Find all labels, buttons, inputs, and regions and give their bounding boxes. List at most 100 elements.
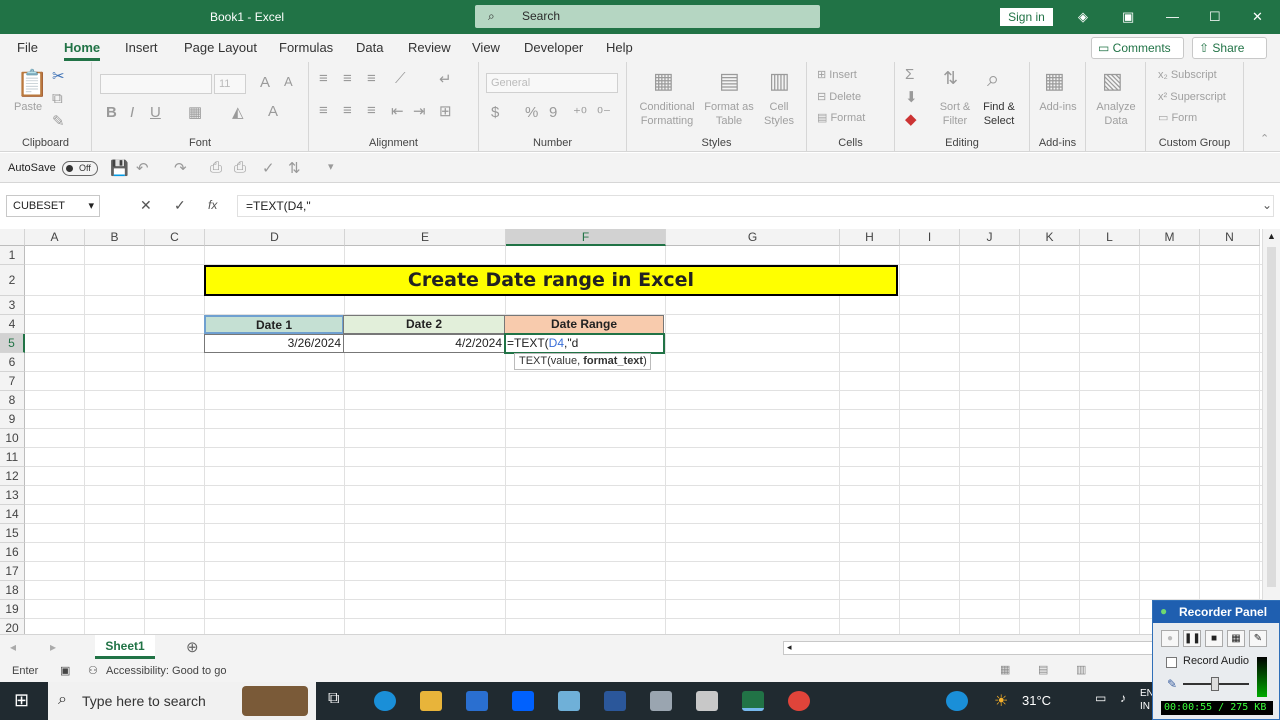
- increase-decimal-icon[interactable]: ⁺⁰: [573, 104, 587, 122]
- record-audio-checkbox[interactable]: [1166, 657, 1177, 668]
- file-explorer-icon[interactable]: [420, 691, 442, 711]
- horizontal-scrollbar[interactable]: ◂: [783, 641, 1153, 655]
- close-icon[interactable]: ✕: [1252, 9, 1263, 25]
- copy-icon[interactable]: ⧉: [52, 90, 63, 107]
- row-header-5[interactable]: 5: [0, 334, 25, 353]
- superscript-button[interactable]: x² Superscript: [1158, 90, 1226, 104]
- date-range-header[interactable]: Date Range: [504, 315, 664, 334]
- word-icon[interactable]: [604, 691, 626, 711]
- row-header-16[interactable]: 16: [0, 543, 25, 562]
- redo-icon[interactable]: ↷: [174, 159, 187, 177]
- store-icon[interactable]: [466, 691, 488, 711]
- name-box[interactable]: CUBESET ▾: [6, 195, 100, 217]
- underline-button[interactable]: U: [150, 104, 161, 121]
- row-header-6[interactable]: 6: [0, 353, 25, 372]
- column-header-j[interactable]: J: [960, 229, 1020, 246]
- align-center-icon[interactable]: ≡: [343, 102, 352, 119]
- format-as-table-button[interactable]: Format as Table: [703, 100, 755, 128]
- date2-header[interactable]: Date 2: [343, 315, 505, 334]
- analyze-data-icon[interactable]: ▧: [1102, 68, 1123, 94]
- edge-icon[interactable]: [374, 691, 396, 711]
- active-cell[interactable]: =TEXT(D4,"d: [504, 333, 665, 354]
- orientation-icon[interactable]: ⟋: [395, 70, 406, 87]
- row-header-2[interactable]: 2: [0, 265, 25, 296]
- scroll-thumb[interactable]: [1267, 247, 1276, 587]
- scroll-up-icon[interactable]: ▲: [1267, 231, 1276, 241]
- chrome-icon[interactable]: [788, 691, 810, 711]
- print-preview-icon[interactable]: ⎙: [210, 159, 222, 176]
- row-header-11[interactable]: 11: [0, 448, 25, 467]
- prev-sheet-icon[interactable]: ◂: [10, 640, 16, 654]
- cell-styles-button[interactable]: Cell Styles: [759, 100, 799, 128]
- addins-icon[interactable]: ▦: [1044, 68, 1065, 94]
- settings-button[interactable]: ▦: [1227, 630, 1245, 647]
- temperature[interactable]: 31°C: [1022, 693, 1051, 708]
- row-header-8[interactable]: 8: [0, 391, 25, 410]
- increase-font-icon[interactable]: A: [260, 74, 270, 91]
- wrap-text-icon[interactable]: ↵: [439, 70, 452, 88]
- column-header-f[interactable]: F: [506, 229, 666, 246]
- sheet-tab-sheet1[interactable]: Sheet1: [95, 635, 155, 659]
- cancel-icon[interactable]: ✕: [140, 197, 152, 214]
- bottom-align-icon[interactable]: ≡: [367, 70, 376, 87]
- enter-icon[interactable]: ✓: [174, 197, 186, 214]
- volume-slider-thumb[interactable]: [1211, 677, 1219, 691]
- add-sheet-icon[interactable]: ⊕: [186, 638, 199, 656]
- quick-print-icon[interactable]: ⎙: [234, 159, 246, 176]
- accessibility-status[interactable]: Accessibility: Good to go: [106, 665, 226, 677]
- column-header-a[interactable]: A: [25, 229, 85, 246]
- paste-icon[interactable]: 📋: [16, 68, 48, 99]
- column-header-n[interactable]: N: [1200, 229, 1260, 246]
- vertical-scrollbar[interactable]: ▲: [1262, 229, 1280, 634]
- fill-color-icon[interactable]: ◭: [232, 103, 244, 121]
- column-header-g[interactable]: G: [666, 229, 840, 246]
- minimize-icon[interactable]: —: [1166, 9, 1179, 24]
- share-button[interactable]: ⇧ Share: [1192, 37, 1267, 59]
- formula-input[interactable]: =TEXT(D4,": [237, 195, 1274, 217]
- find-select-icon[interactable]: ⌕: [987, 66, 999, 92]
- font-size-dropdown[interactable]: 11: [214, 74, 246, 94]
- italic-button[interactable]: I: [130, 104, 134, 121]
- autosave-toggle[interactable]: Off: [62, 161, 98, 176]
- page-break-view-icon[interactable]: ▥: [1076, 663, 1086, 676]
- macro-icon[interactable]: ▣: [60, 664, 70, 677]
- scroll-left-icon[interactable]: ◂: [787, 642, 792, 653]
- row-header-10[interactable]: 10: [0, 429, 25, 448]
- normal-view-icon[interactable]: ▦: [1000, 663, 1010, 676]
- page-layout-view-icon[interactable]: ▤: [1038, 663, 1048, 676]
- tab-home[interactable]: Home: [64, 40, 100, 55]
- sort-filter-button[interactable]: Sort & Filter: [935, 100, 975, 128]
- column-header-m[interactable]: M: [1140, 229, 1200, 246]
- column-header-i[interactable]: I: [900, 229, 960, 246]
- column-header-k[interactable]: K: [1020, 229, 1080, 246]
- sort-icon[interactable]: ⇅: [288, 159, 301, 177]
- stop-button[interactable]: ■: [1205, 630, 1223, 647]
- pause-button[interactable]: ❚❚: [1183, 630, 1201, 647]
- tab-insert[interactable]: Insert: [125, 40, 158, 55]
- row-header-18[interactable]: 18: [0, 581, 25, 600]
- save-icon[interactable]: 💾: [110, 159, 129, 177]
- undo-icon[interactable]: ↶: [136, 159, 149, 177]
- conditional-formatting-button[interactable]: Conditional Formatting: [631, 100, 703, 128]
- align-right-icon[interactable]: ≡: [367, 102, 376, 119]
- currency-button[interactable]: $: [491, 104, 499, 121]
- tab-view[interactable]: View: [472, 40, 500, 55]
- taskbar-search[interactable]: ⌕ Type here to search: [48, 682, 316, 720]
- row-header-14[interactable]: 14: [0, 505, 25, 524]
- app-icon-2[interactable]: [650, 691, 672, 711]
- row-header-7[interactable]: 7: [0, 372, 25, 391]
- fill-icon[interactable]: ⬇: [905, 88, 918, 106]
- draw-button[interactable]: ✎: [1249, 630, 1267, 647]
- format-as-table-icon[interactable]: ▤: [719, 68, 740, 94]
- accessibility-icon[interactable]: ⚇: [88, 664, 98, 677]
- autosum-icon[interactable]: Σ: [905, 66, 914, 83]
- cell-styles-icon[interactable]: ▥: [769, 68, 790, 94]
- addins-button[interactable]: Add-ins: [1036, 100, 1080, 114]
- bold-button[interactable]: B: [106, 104, 117, 121]
- comments-button[interactable]: ▭ Comments: [1091, 37, 1184, 59]
- delete-cells-button[interactable]: ⊟ Delete: [817, 90, 861, 104]
- borders-icon[interactable]: ▦: [188, 103, 202, 121]
- decrease-decimal-icon[interactable]: ⁰⁻: [597, 104, 611, 122]
- tab-help[interactable]: Help: [606, 40, 633, 55]
- ribbon-display-icon[interactable]: ▣: [1122, 9, 1134, 25]
